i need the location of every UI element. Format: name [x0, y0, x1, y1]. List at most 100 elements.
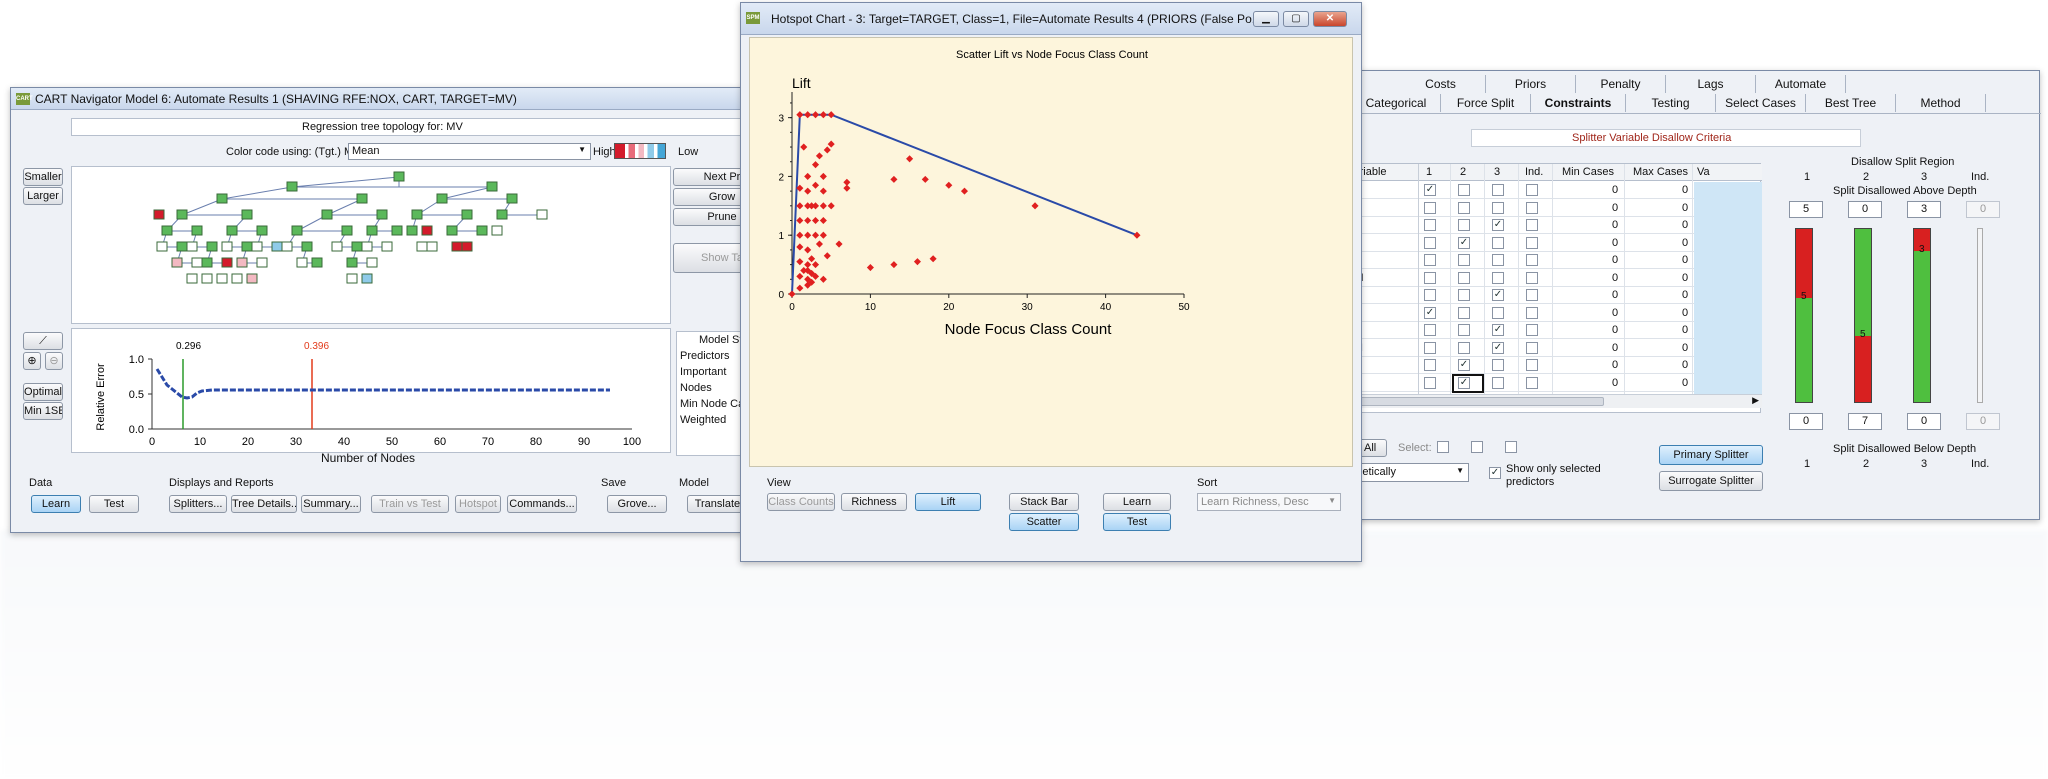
row-max-cases[interactable]: 0 [1682, 307, 1688, 319]
row-max-cases[interactable]: 0 [1682, 219, 1688, 231]
row-checkbox-c1[interactable] [1424, 359, 1436, 371]
active-cell[interactable] [1452, 373, 1484, 393]
row-min-cases[interactable]: 0 [1612, 272, 1618, 284]
lift-scatter-chart[interactable]: Scatter Lift vs Node Focus Class Count L… [750, 38, 1354, 468]
row-max-cases[interactable]: 0 [1682, 202, 1688, 214]
below-depth-1-input[interactable]: 0 [1789, 413, 1823, 430]
hotspot-button[interactable]: Hotspot [455, 495, 501, 513]
row-checkbox-c1[interactable] [1424, 219, 1436, 231]
lift-button[interactable]: Lift [915, 493, 981, 511]
row-checkbox-c3[interactable] [1492, 359, 1504, 371]
row-checkbox-c2[interactable] [1458, 271, 1470, 284]
relative-error-chart[interactable]: 0.0 0.5 1.0 Relative Error 0 10 20 30 40… [72, 329, 672, 454]
tab-testing[interactable]: Testing [1626, 94, 1716, 112]
row-checkbox-ind[interactable] [1526, 324, 1538, 336]
row-checkbox-c3[interactable] [1492, 306, 1504, 319]
depth-slider-3[interactable]: 3 [1913, 228, 1931, 403]
row-checkbox-c2[interactable]: ✓ [1458, 359, 1470, 371]
row-checkbox-c1[interactable] [1424, 254, 1436, 266]
row-checkbox-c2[interactable] [1458, 254, 1470, 266]
row-max-cases[interactable]: 0 [1682, 377, 1688, 389]
tab-categorical[interactable]: Categorical [1351, 94, 1441, 112]
row-checkbox-ind[interactable] [1526, 289, 1538, 301]
tab-select-cases[interactable]: Select Cases [1716, 94, 1806, 112]
tab-force-split[interactable]: Force Split [1441, 94, 1531, 112]
row-min-cases[interactable]: 0 [1612, 342, 1618, 354]
below-depth-3-input[interactable]: 0 [1907, 413, 1941, 430]
depth-slider-1[interactable]: 5 [1795, 228, 1813, 403]
below-depth-ind-input[interactable]: 0 [1966, 413, 2000, 430]
row-checkbox-ind[interactable] [1526, 341, 1538, 354]
row-checkbox-c3[interactable]: ✓ [1492, 219, 1504, 231]
row-max-cases[interactable]: 0 [1682, 324, 1688, 336]
row-checkbox-c2[interactable] [1458, 201, 1470, 214]
row-min-cases[interactable]: 0 [1612, 324, 1618, 336]
row-max-cases[interactable]: 0 [1682, 184, 1688, 196]
row-checkbox-c3[interactable]: ✓ [1492, 289, 1504, 301]
row-checkbox-c3[interactable]: ✓ [1492, 341, 1504, 354]
scatter-button[interactable]: Scatter [1009, 513, 1079, 531]
row-checkbox-c3[interactable]: ✓ [1492, 324, 1504, 336]
row-max-cases[interactable]: 0 [1682, 272, 1688, 284]
row-checkbox-ind[interactable] [1526, 306, 1538, 319]
tab-penalty[interactable]: Penalty [1576, 75, 1666, 93]
row-checkbox-c3[interactable] [1492, 201, 1504, 214]
primary-splitter-button[interactable]: Primary Splitter [1659, 445, 1763, 465]
tab-best-tree[interactable]: Best Tree [1806, 94, 1896, 112]
row-min-cases[interactable]: 0 [1612, 377, 1618, 389]
sort-select[interactable]: Learn Richness, Desc ▼ [1197, 493, 1341, 511]
above-depth-ind-input[interactable]: 0 [1966, 201, 2000, 218]
above-depth-2-input[interactable]: 0 [1848, 201, 1882, 218]
learn-button[interactable]: Learn [31, 495, 81, 513]
row-checkbox-c1[interactable] [1424, 271, 1436, 284]
optimal-button[interactable]: Optimal [23, 383, 63, 401]
row-checkbox-c3[interactable] [1492, 271, 1504, 284]
row-min-cases[interactable]: 0 [1612, 184, 1618, 196]
maximize-button[interactable]: ▢ [1283, 11, 1309, 27]
minimize-button[interactable]: ▁ [1253, 11, 1279, 27]
row-checkbox-ind[interactable] [1526, 201, 1538, 214]
row-checkbox-c3[interactable] [1492, 184, 1504, 196]
train-vs-test-button[interactable]: Train vs Test [371, 495, 449, 513]
close-button[interactable]: ✕ [1313, 11, 1347, 27]
row-checkbox-c2[interactable] [1458, 324, 1470, 336]
above-depth-1-input[interactable]: 5 [1789, 201, 1823, 218]
row-min-cases[interactable]: 0 [1612, 307, 1618, 319]
row-checkbox-c1[interactable] [1424, 236, 1436, 249]
row-checkbox-c2[interactable] [1458, 306, 1470, 319]
tab-costs[interactable]: Costs [1396, 75, 1486, 93]
row-min-cases[interactable]: 0 [1612, 289, 1618, 301]
chart-type-button[interactable]: ⟋ [23, 332, 63, 350]
depth-slider-2[interactable]: 5 [1854, 228, 1872, 403]
stack-bar-button[interactable]: Stack Bar [1009, 493, 1079, 511]
summary-button[interactable]: Summary... [301, 495, 361, 513]
row-checkbox-c1[interactable] [1424, 376, 1436, 389]
row-checkbox-c2[interactable] [1458, 341, 1470, 354]
row-checkbox-c2[interactable]: ✓ [1458, 236, 1470, 249]
row-checkbox-ind[interactable] [1526, 271, 1538, 284]
zoom-out-button[interactable]: ⊖ [45, 352, 63, 370]
row-checkbox-c3[interactable] [1492, 236, 1504, 249]
row-checkbox-c2[interactable] [1458, 184, 1470, 196]
row-checkbox-ind[interactable] [1526, 219, 1538, 231]
show-only-checkbox[interactable]: ✓ [1489, 467, 1501, 479]
richness-button[interactable]: Richness [841, 493, 907, 511]
row-max-cases[interactable]: 0 [1682, 254, 1688, 266]
row-checkbox-ind[interactable] [1526, 236, 1538, 249]
tab-priors[interactable]: Priors [1486, 75, 1576, 93]
row-max-cases[interactable]: 0 [1682, 237, 1688, 249]
row-checkbox-c1[interactable] [1424, 289, 1436, 301]
depth-slider-ind[interactable] [1977, 228, 1983, 403]
row-checkbox-c1[interactable] [1424, 201, 1436, 214]
row-checkbox-c1[interactable]: ✓ [1424, 306, 1436, 319]
row-checkbox-c3[interactable] [1492, 376, 1504, 389]
learn-data-button[interactable]: Learn [1103, 493, 1171, 511]
row-checkbox-c1[interactable] [1424, 341, 1436, 354]
color-code-select[interactable]: Mean ▼ [348, 143, 591, 160]
row-min-cases[interactable]: 0 [1612, 359, 1618, 371]
grid-hscrollbar[interactable]: ▶ [1342, 394, 1762, 408]
row-checkbox-c1[interactable]: ✓ [1424, 184, 1436, 196]
row-max-cases[interactable]: 0 [1682, 289, 1688, 301]
select-2-checkbox[interactable] [1471, 441, 1483, 453]
tree-details-button[interactable]: Tree Details... [231, 495, 297, 513]
